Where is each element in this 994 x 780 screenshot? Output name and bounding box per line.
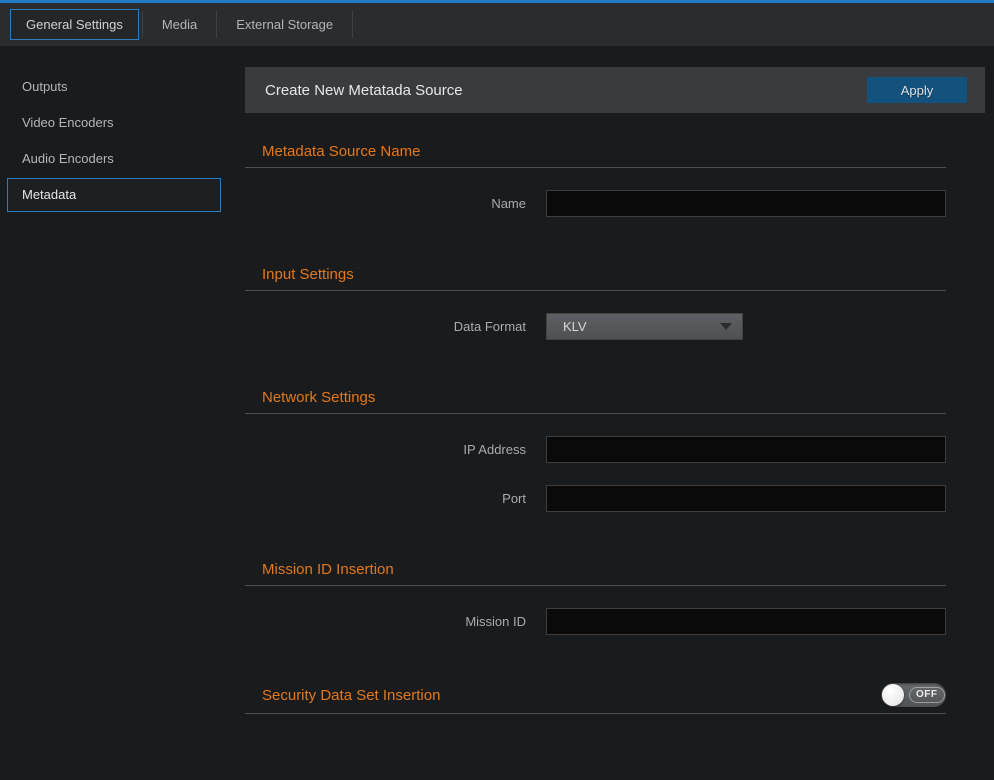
tab-separator [216, 11, 217, 38]
tab-separator [142, 11, 143, 38]
section-title-network-settings: Network Settings [262, 388, 946, 407]
section-title-security-data-set-insertion: Security Data Set Insertion [262, 686, 440, 705]
security-toggle-switch[interactable]: OFF [881, 683, 946, 707]
panel-header: Create New Metatada Source Apply [245, 67, 985, 113]
data-format-row: Data Format KLV [245, 313, 946, 340]
sidebar-item-metadata[interactable]: Metadata [7, 178, 221, 212]
data-format-select[interactable]: KLV [546, 313, 743, 340]
section-divider [245, 585, 946, 586]
ip-address-input[interactable] [546, 436, 946, 463]
data-format-selected-value: KLV [563, 319, 587, 334]
mission-id-row: Mission ID [245, 608, 946, 635]
name-label: Name [245, 196, 526, 211]
security-section-header: Security Data Set Insertion OFF [245, 683, 946, 707]
name-row: Name [245, 190, 946, 217]
tab-external-storage[interactable]: External Storage [220, 9, 349, 40]
apply-button[interactable]: Apply [867, 77, 967, 103]
sidebar: Outputs Video Encoders Audio Encoders Me… [0, 46, 245, 780]
section-divider [245, 413, 946, 414]
tab-general-settings[interactable]: General Settings [10, 9, 139, 40]
content-panel: Create New Metatada Source Apply Metadat… [245, 46, 985, 780]
top-tab-bar: General Settings Media External Storage [0, 3, 994, 46]
section-title-input-settings: Input Settings [262, 265, 946, 284]
name-input[interactable] [546, 190, 946, 217]
main-area: Outputs Video Encoders Audio Encoders Me… [0, 46, 994, 780]
sidebar-item-audio-encoders[interactable]: Audio Encoders [7, 142, 221, 176]
section-title-mission-id-insertion: Mission ID Insertion [262, 560, 946, 579]
toggle-knob [882, 684, 904, 706]
mission-id-input[interactable] [546, 608, 946, 635]
sidebar-item-video-encoders[interactable]: Video Encoders [7, 106, 221, 140]
metadata-form: Metadata Source Name Name Input Settings… [245, 142, 946, 714]
toggle-state-label: OFF [909, 687, 945, 703]
port-row: Port [245, 485, 946, 512]
tab-media[interactable]: Media [146, 9, 213, 40]
ip-address-row: IP Address [245, 436, 946, 463]
tab-separator [352, 11, 353, 38]
data-format-label: Data Format [245, 319, 526, 334]
section-divider [245, 713, 946, 714]
section-title-metadata-source-name: Metadata Source Name [262, 142, 946, 161]
sidebar-item-outputs[interactable]: Outputs [7, 70, 221, 104]
mission-id-label: Mission ID [245, 614, 526, 629]
page-title: Create New Metatada Source [265, 82, 463, 99]
section-divider [245, 290, 946, 291]
section-divider [245, 167, 946, 168]
ip-address-label: IP Address [245, 442, 526, 457]
chevron-down-icon [720, 323, 732, 330]
port-input[interactable] [546, 485, 946, 512]
app-window: General Settings Media External Storage … [0, 0, 994, 780]
port-label: Port [245, 491, 526, 506]
